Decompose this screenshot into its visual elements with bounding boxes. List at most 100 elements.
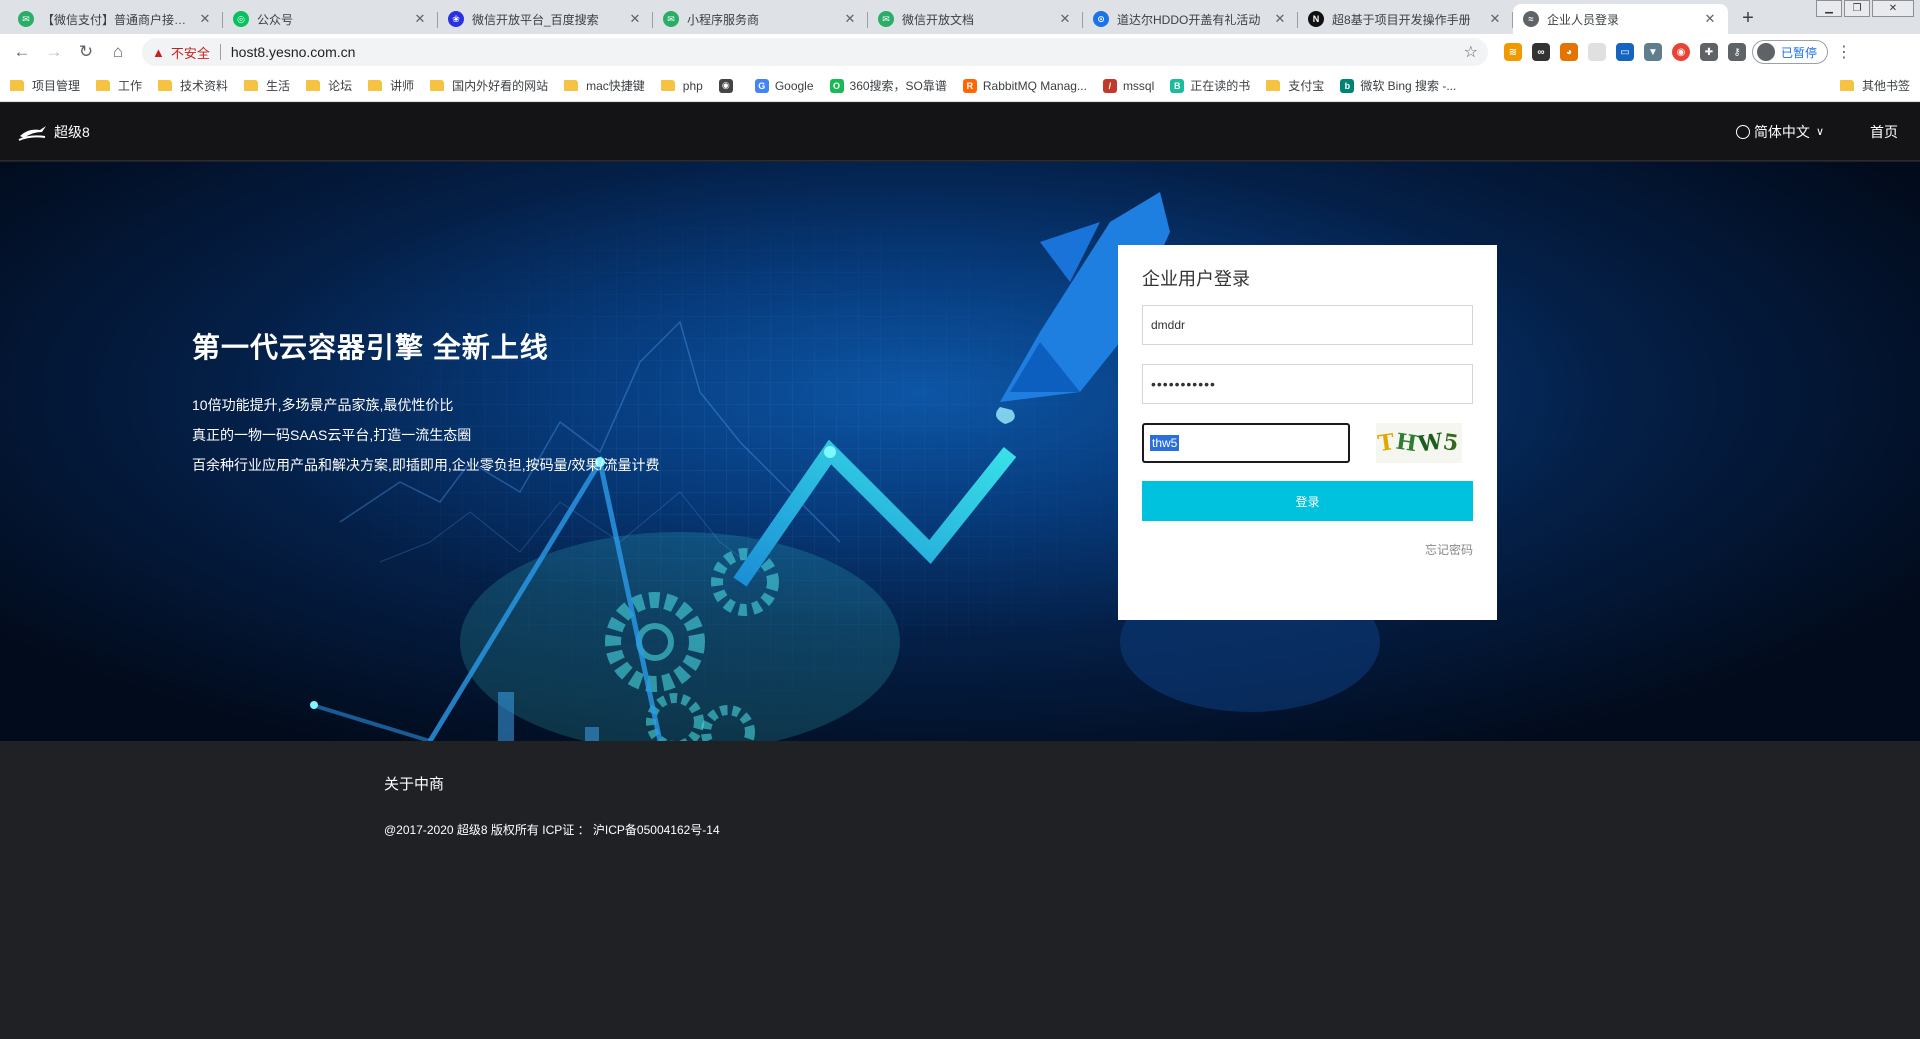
tab-close-icon[interactable]: ✕ bbox=[1272, 11, 1288, 27]
blank-extension-icon[interactable] bbox=[1588, 43, 1606, 61]
bookmark-item[interactable]: 技术资料 bbox=[158, 77, 228, 94]
bookmark-label: 国内外好看的网站 bbox=[452, 79, 549, 93]
tab-close-icon[interactable]: ✕ bbox=[1702, 11, 1718, 27]
window-close-button[interactable]: ✕ bbox=[1872, 0, 1914, 17]
bookmark-item[interactable]: b 微软 Bing 搜索 -... bbox=[1340, 77, 1456, 94]
captcha-image[interactable]: THW5 bbox=[1376, 423, 1462, 463]
bookmark-item[interactable]: php bbox=[660, 79, 703, 93]
bookmark-label: mac快捷键 bbox=[586, 79, 645, 93]
puzzle-icon[interactable]: ✚ bbox=[1700, 43, 1718, 61]
bookmark-label: 正在读的书 bbox=[1190, 79, 1251, 93]
language-label: 简体中文 bbox=[1753, 123, 1810, 140]
spy-extension-icon[interactable]: ∞ bbox=[1532, 43, 1550, 61]
home-button[interactable]: ⌂ bbox=[104, 38, 132, 66]
bookmark-favicon-icon: ◉ bbox=[718, 78, 733, 93]
footer-about-link[interactable]: 关于中商 bbox=[384, 773, 444, 794]
bookmarks-bar: 项目管理 工作 技术资料 生活 论坛 讲师 国内外好看的网站 mac快捷键 php ◉ G Googl… bbox=[0, 70, 1920, 102]
tab-title: 企业人员登录 bbox=[1547, 12, 1620, 27]
hero-line: 百余种行业应用产品和解决方案,即插即用,企业零负担,按码量/效果/流量计费 bbox=[192, 457, 660, 473]
back-button[interactable]: ← bbox=[8, 38, 36, 66]
tab-close-icon[interactable]: ✕ bbox=[197, 11, 213, 27]
vue-extension-icon[interactable]: ▼ bbox=[1644, 43, 1662, 61]
nav-home-link[interactable]: 首页 bbox=[1870, 122, 1898, 142]
language-selector[interactable]: 简体中文 ∨ bbox=[1735, 122, 1824, 142]
logo-text: 超级8 bbox=[54, 123, 90, 140]
logo-icon bbox=[18, 125, 46, 141]
captcha-image-text: THW5 bbox=[1377, 428, 1462, 457]
browser-tab[interactable]: ✉ 【微信支付】普通商户接入文 ✕ bbox=[8, 4, 223, 34]
browser-tab[interactable]: ⊙ 道达尔HDDO开盖有礼活动 ✕ bbox=[1083, 4, 1298, 34]
login-title: 企业用户登录 bbox=[1142, 269, 1250, 289]
tab-close-icon[interactable]: ✕ bbox=[412, 11, 428, 27]
browser-tab[interactable]: ❀ 微信开放平台_百度搜索 ✕ bbox=[438, 4, 653, 34]
bookmark-item[interactable]: 项目管理 bbox=[10, 77, 80, 94]
other-bookmarks-label: 其他书签 bbox=[1861, 79, 1910, 93]
bookmark-item[interactable]: 国内外好看的网站 bbox=[430, 77, 548, 94]
folder-icon bbox=[430, 80, 445, 91]
key-icon[interactable]: ⚷ bbox=[1728, 43, 1746, 61]
bookmark-label: 论坛 bbox=[328, 79, 353, 93]
warning-icon[interactable]: ▲ bbox=[152, 45, 165, 60]
captcha-input[interactable]: thw5 bbox=[1142, 423, 1350, 463]
hero-text-block: 第一代云容器引擎 全新上线 10倍功能提升,多场景产品家族,最优性价比 真正的一… bbox=[192, 326, 659, 480]
bookmark-label: 讲师 bbox=[390, 79, 415, 93]
login-button[interactable]: 登录 bbox=[1142, 481, 1473, 521]
bookmark-label: RabbitMQ Manag... bbox=[982, 78, 1087, 93]
maximize-button[interactable]: ❐ bbox=[1844, 0, 1870, 17]
address-bar[interactable]: ▲ 不安全 host8.yesno.com.cn ☆ bbox=[142, 38, 1488, 66]
other-bookmarks[interactable]: 其他书签 bbox=[1839, 77, 1910, 94]
bookmark-star-icon[interactable]: ☆ bbox=[1464, 42, 1478, 62]
bookmark-label: 360搜索，SO靠谱 bbox=[849, 79, 947, 93]
tab-close-icon[interactable]: ✕ bbox=[1057, 11, 1073, 27]
bookmark-item[interactable]: 支付宝 bbox=[1266, 77, 1324, 94]
bookmark-favicon-icon: R bbox=[962, 78, 977, 93]
browser-tab[interactable]: N 超8基于项目开发操作手册 ✕ bbox=[1298, 4, 1513, 34]
bookmark-item[interactable]: O 360搜索，SO靠谱 bbox=[829, 77, 947, 94]
minimize-button[interactable]: ▁ bbox=[1816, 0, 1842, 17]
bookmark-item[interactable]: R RabbitMQ Manag... bbox=[962, 78, 1087, 93]
url-text[interactable]: host8.yesno.com.cn bbox=[231, 44, 356, 60]
tab-favicon-icon: ✉ bbox=[663, 11, 679, 27]
rss-extension-icon[interactable]: ≋ bbox=[1504, 43, 1522, 61]
new-tab-button[interactable]: + bbox=[1734, 4, 1762, 32]
tab-close-icon[interactable]: ✕ bbox=[1487, 11, 1503, 27]
browser-tab[interactable]: ◎ 公众号 ✕ bbox=[223, 4, 438, 34]
login-panel: 企业用户登录 dmddr ••••••••••• thw5 THW5 登录 忘记… bbox=[1118, 245, 1497, 620]
browser-tab[interactable]: ≈ 企业人员登录 ✕ bbox=[1513, 4, 1728, 34]
insecure-label[interactable]: 不安全 bbox=[171, 43, 210, 62]
captcha-row: thw5 THW5 bbox=[1142, 423, 1473, 463]
tab-close-icon[interactable]: ✕ bbox=[627, 11, 643, 27]
forward-button[interactable]: → bbox=[40, 38, 68, 66]
screen-extension-icon[interactable]: ▭ bbox=[1616, 43, 1634, 61]
bookmark-favicon-icon: B bbox=[1170, 78, 1185, 93]
browser-tab[interactable]: ✉ 微信开放文档 ✕ bbox=[868, 4, 1083, 34]
bookmark-item[interactable]: G Google bbox=[754, 78, 814, 93]
bookmark-item[interactable]: B 正在读的书 bbox=[1170, 77, 1250, 94]
bookmark-item[interactable]: mac快捷键 bbox=[564, 77, 645, 94]
profile-button[interactable]: 已暂停 bbox=[1752, 40, 1829, 64]
bookmark-label: mssql bbox=[1122, 78, 1155, 93]
tiger-extension-icon[interactable]: ◕ bbox=[1560, 43, 1578, 61]
tab-close-icon[interactable]: ✕ bbox=[842, 11, 858, 27]
bookmark-item[interactable]: ◉ bbox=[718, 78, 739, 93]
more-menu-icon[interactable]: ⋮ bbox=[1836, 42, 1852, 62]
folder-icon bbox=[564, 80, 579, 91]
bookmark-item[interactable]: 讲师 bbox=[368, 77, 414, 94]
password-field[interactable]: ••••••••••• bbox=[1142, 364, 1473, 404]
hero-title: 第一代云容器引擎 全新上线 bbox=[192, 332, 549, 363]
tab-title: 超8基于项目开发操作手册 bbox=[1332, 12, 1471, 27]
omnibox-divider bbox=[219, 44, 221, 60]
chevron-down-icon: ∨ bbox=[1815, 126, 1824, 138]
browser-tab[interactable]: ✉ 小程序服务商 ✕ bbox=[653, 4, 868, 34]
chrome-extension-icon[interactable]: ◉ bbox=[1672, 43, 1690, 61]
tab-title: 微信开放平台_百度搜索 bbox=[472, 12, 599, 27]
bookmark-item[interactable]: 工作 bbox=[96, 77, 142, 94]
bookmark-item[interactable]: / mssql bbox=[1102, 78, 1155, 93]
bookmark-item[interactable]: 生活 bbox=[244, 77, 290, 94]
reload-button[interactable]: ↻ bbox=[72, 38, 100, 66]
site-logo[interactable]: 超级8 bbox=[18, 122, 90, 142]
bookmark-favicon-icon: G bbox=[754, 78, 769, 93]
username-field[interactable]: dmddr bbox=[1142, 305, 1473, 345]
forgot-password-link[interactable]: 忘记密码 bbox=[1142, 541, 1473, 558]
bookmark-item[interactable]: 论坛 bbox=[306, 77, 352, 94]
